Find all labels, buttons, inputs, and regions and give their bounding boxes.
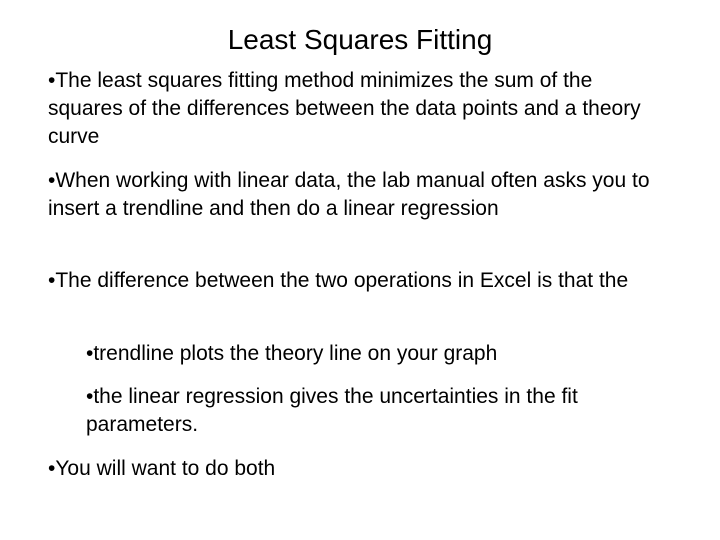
bullet-least-squares-definition: •The least squares fitting method minimi…	[48, 69, 641, 148]
sub-bullet-linear-regression: •the linear regression gives the uncerta…	[86, 385, 578, 436]
slide-title: Least Squares Fitting	[227, 24, 493, 55]
bullet-do-both: •You will want to do both	[48, 457, 276, 480]
bullet-difference: •The difference between the two operatio…	[48, 269, 629, 292]
sub-bullet-trendline: •trendline plots the theory line on your…	[86, 342, 498, 365]
bullet-linear-data: •When working with linear data, the lab …	[48, 169, 650, 220]
